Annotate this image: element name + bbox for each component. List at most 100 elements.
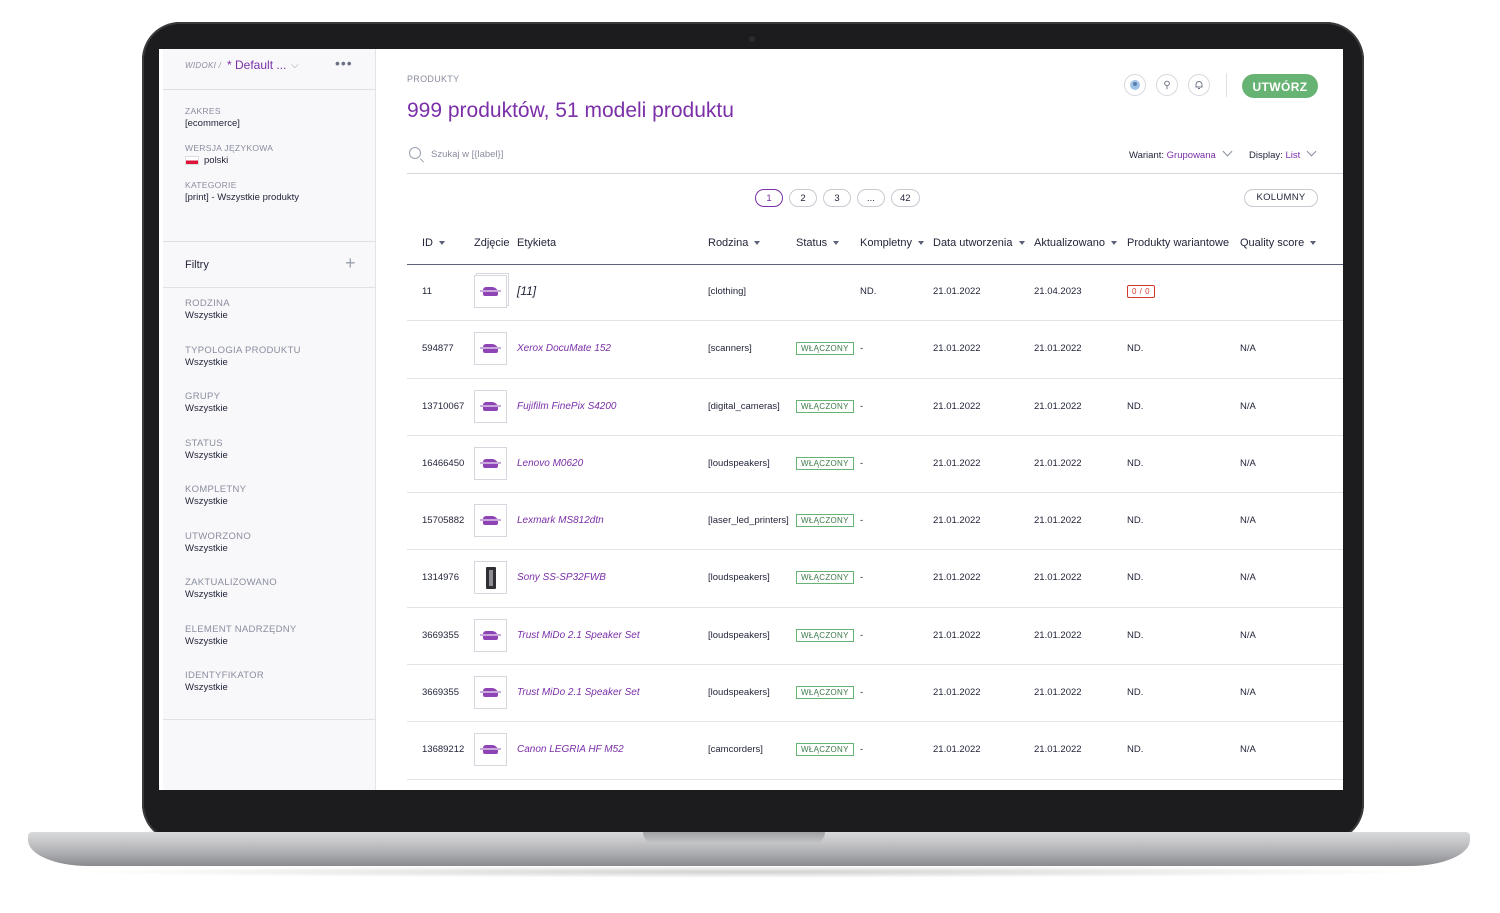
cell-updated: 21.04.2023 [1034, 286, 1082, 297]
locale-switcher[interactable]: WERSJA JĘZYKOWA polski [185, 143, 353, 166]
filter-family[interactable]: RODZINA Wszystkie [185, 298, 353, 345]
more-options-icon[interactable]: ••• [335, 55, 353, 71]
cell-label[interactable]: Sony SS-SP32FWB [517, 572, 606, 583]
page-2-button[interactable]: 2 [789, 189, 817, 207]
product-thumbnail [474, 504, 507, 538]
cell-updated: 21.01.2022 [1034, 343, 1082, 355]
filter-identifier[interactable]: IDENTYFIKATOR Wszystkie [185, 670, 353, 717]
cell-family: [loudspeakers] [708, 457, 770, 469]
column-variants: Produkty wariantowe [1127, 237, 1230, 249]
column-family[interactable]: Rodzina [708, 237, 761, 249]
cell-label[interactable]: Xerox DocuMate 152 [517, 343, 611, 354]
column-quality[interactable]: Quality score [1240, 237, 1317, 249]
category-value[interactable]: [print] - Wszystkie produkty [185, 192, 353, 203]
column-label: Quality score [1240, 237, 1305, 249]
cell-complete: - [860, 629, 864, 641]
chevron-down-icon[interactable] [1222, 146, 1233, 157]
filter-value[interactable]: Wszystkie [185, 682, 353, 693]
category-switcher[interactable]: KATEGORIE [print] - Wszystkie produkty [185, 180, 353, 203]
page-1-button[interactable]: 1 [755, 189, 783, 207]
filter-groups[interactable]: GRUPY Wszystkie [185, 391, 353, 438]
search-input[interactable] [429, 148, 933, 161]
views-label: WIDOKI / [185, 61, 222, 70]
cell-label[interactable]: Trust MiDo 2.1 Speaker Set [517, 687, 640, 698]
filter-value[interactable]: Wszystkie [185, 403, 353, 414]
status-badge: WŁĄCZONY [796, 628, 854, 642]
table-row[interactable]: 13689212 Canon LEGRIA HF M52 [camcorders… [407, 722, 1343, 780]
display-selector[interactable]: Display: List [1249, 146, 1317, 161]
cell-variants: ND. [1127, 515, 1144, 527]
cell-variants: ND. [1127, 343, 1144, 355]
filter-value[interactable]: Wszystkie [185, 357, 353, 368]
table-row[interactable]: 13710067 Fujifilm FinePix S4200 [digital… [407, 379, 1343, 436]
view-selector[interactable]: WIDOKI / * Default ... ⌵ ••• [163, 49, 375, 90]
scope-switcher[interactable]: ZAKRES [ecommerce] [185, 106, 353, 129]
filter-created[interactable]: UTWORZONO Wszystkie [185, 531, 353, 578]
user-avatar-icon[interactable] [1124, 74, 1146, 96]
table-row[interactable]: 15705882 Lexmark MS812dtn [laser_led_pri… [407, 493, 1343, 551]
filter-value[interactable]: Wszystkie [185, 310, 353, 321]
filter-parent[interactable]: ELEMENT NADRZĘDNY Wszystkie [185, 624, 353, 671]
cell-quality: N/A [1240, 400, 1256, 412]
filter-value[interactable]: Wszystkie [185, 589, 353, 600]
cell-id: 594877 [422, 343, 454, 355]
filters-header: Filtry + [163, 242, 375, 288]
filter-status[interactable]: STATUS Wszystkie [185, 438, 353, 485]
breadcrumb[interactable]: PRODUKTY [407, 74, 459, 84]
cell-created: 21.01.2022 [933, 343, 981, 355]
cell-label[interactable]: Lexmark MS812dtn [517, 515, 604, 526]
cell-label[interactable]: [11] [517, 284, 536, 298]
column-label: Aktualizowano [1034, 237, 1105, 249]
filter-value[interactable]: Wszystkie [185, 496, 353, 507]
status-badge: WŁĄCZONY [796, 743, 854, 757]
cell-quality: N/A [1240, 572, 1256, 584]
filter-value[interactable]: Wszystkie [185, 543, 353, 554]
table-row[interactable]: 11 [11] [clothing] ND. 21.01.2022 21.04.… [407, 264, 1343, 322]
add-filter-icon[interactable]: + [345, 253, 356, 274]
cell-label[interactable]: Trust MiDo 2.1 Speaker Set [517, 630, 640, 641]
columns-button[interactable]: KOLUMNY [1244, 189, 1318, 207]
table-row[interactable]: 16466450 Lenovo M0620 [loudspeakers] WŁĄ… [407, 436, 1343, 494]
column-complete[interactable]: Kompletny [860, 237, 924, 249]
column-created[interactable]: Data utworzenia [933, 237, 1025, 249]
table-row[interactable]: 3669355 Trust MiDo 2.1 Speaker Set [loud… [407, 608, 1343, 666]
create-button[interactable]: UTWÓRZ [1242, 74, 1318, 98]
cell-id: 1314976 [422, 572, 459, 584]
filter-value[interactable]: Wszystkie [185, 450, 353, 461]
page-last-button[interactable]: 42 [891, 189, 920, 207]
page-3-button[interactable]: 3 [823, 189, 851, 207]
table-row[interactable]: 1314976 Sony SS-SP32FWB [loudspeakers] W… [407, 550, 1343, 608]
cell-quality: N/A [1240, 687, 1256, 699]
filter-value[interactable]: Wszystkie [185, 636, 353, 647]
cell-updated: 21.01.2022 [1034, 457, 1082, 469]
column-id[interactable]: ID [422, 237, 445, 249]
laptop-notch [643, 832, 825, 844]
locale-value[interactable]: polski [204, 155, 228, 166]
filter-updated[interactable]: ZAKTUALIZOWANO Wszystkie [185, 577, 353, 624]
table-row[interactable]: 594877 Xerox DocuMate 152 [scanners] WŁĄ… [407, 321, 1343, 379]
table-row[interactable] [407, 780, 1343, 790]
filter-complete[interactable]: KOMPLETNY Wszystkie [185, 484, 353, 531]
cell-updated: 21.01.2022 [1034, 400, 1082, 412]
view-name[interactable]: * Default ... [227, 58, 286, 72]
screen: WIDOKI / * Default ... ⌵ ••• ZAKRES [eco… [159, 49, 1343, 790]
table-row[interactable]: 3669355 Trust MiDo 2.1 Speaker Set [loud… [407, 665, 1343, 723]
locale-value-wrap[interactable]: polski [185, 155, 353, 166]
chevron-down-icon[interactable]: ⌵ [291, 60, 299, 71]
chevron-down-icon[interactable] [1306, 146, 1317, 157]
variant-value[interactable]: Grupowana [1167, 150, 1216, 161]
display-value[interactable]: List [1285, 150, 1300, 161]
cell-variants: ND. [1127, 457, 1144, 469]
search-bar: Wariant: Grupowana Display: List [407, 145, 1343, 174]
variant-selector[interactable]: Wariant: Grupowana [1129, 146, 1233, 161]
column-updated[interactable]: Aktualizowano [1034, 237, 1117, 249]
filter-product-type[interactable]: TYPOLOGIA PRODUKTU Wszystkie [185, 345, 353, 392]
cell-id: 13710067 [422, 400, 465, 412]
scope-value[interactable]: [ecommerce] [185, 118, 353, 129]
cell-label[interactable]: Lenovo M0620 [517, 458, 583, 469]
cell-label[interactable]: Canon LEGRIA HF M52 [517, 744, 624, 755]
column-status[interactable]: Status [796, 237, 840, 249]
bell-icon[interactable] [1188, 74, 1210, 96]
cell-label[interactable]: Fujifilm FinePix S4200 [517, 401, 616, 412]
link-icon[interactable]: ⚲ [1156, 74, 1178, 96]
